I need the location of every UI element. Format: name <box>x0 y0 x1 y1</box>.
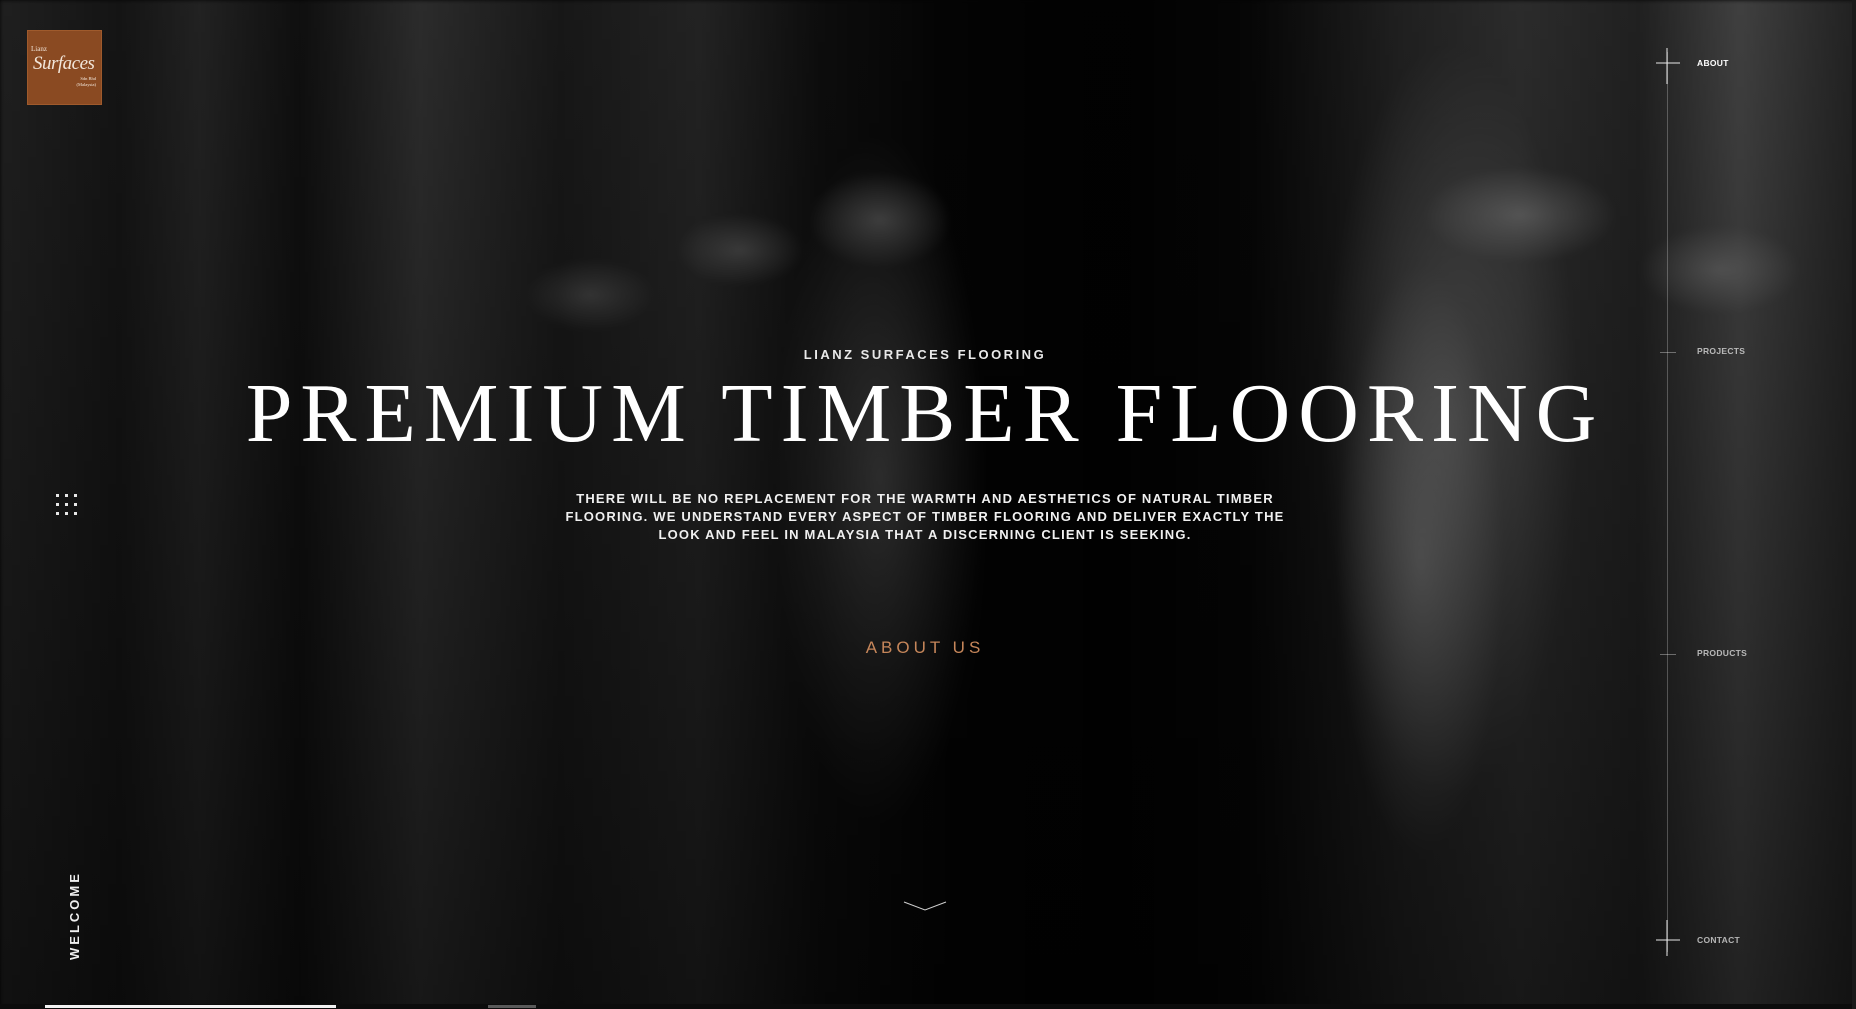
about-us-label[interactable]: ABOUT US <box>866 638 985 657</box>
nav-item-about[interactable]: ABOUT <box>1660 55 1770 75</box>
logo-text-line1: Lianz <box>31 45 47 53</box>
nav-item-label[interactable]: PROJECTS <box>1697 346 1745 356</box>
section-label: WELCOME <box>67 871 82 960</box>
logo-text-line3: Sdn Bhd (Malaysia) <box>77 76 97 88</box>
page: Lianz Surfaces Sdn Bhd (Malaysia) WELCOM… <box>0 0 1856 1009</box>
about-us-link[interactable]: ABOUT US <box>0 638 1850 658</box>
hero-headline: PREMIUM TIMBER FLOORING <box>245 367 1605 460</box>
nav-item-products[interactable]: PRODUCTS <box>1660 645 1770 665</box>
nav-item-label[interactable]: PRODUCTS <box>1697 648 1747 658</box>
hero-eyebrow: LIANZ SURFACES FLOORING <box>803 347 1047 362</box>
nav-item-contact[interactable]: CONTACT <box>1660 932 1770 952</box>
scrollbar[interactable] <box>1852 0 1856 1009</box>
nav-tick <box>1660 654 1676 655</box>
logo-text-country: (Malaysia) <box>76 82 97 87</box>
nav-item-label[interactable]: CONTACT <box>1697 935 1740 945</box>
progress-marker <box>488 1005 536 1008</box>
nav-tick <box>1660 352 1676 353</box>
chevron-down-icon[interactable] <box>903 900 947 914</box>
logo-text-line2: Surfaces <box>33 53 95 74</box>
nav-item-projects[interactable]: PROJECTS <box>1660 343 1770 363</box>
grid-dots-icon[interactable] <box>56 494 78 516</box>
progress-bar-fill <box>45 1005 336 1008</box>
logo[interactable]: Lianz Surfaces Sdn Bhd (Malaysia) <box>27 30 102 105</box>
hero-description: THERE WILL BE NO REPLACEMENT FOR THE WAR… <box>565 491 1285 542</box>
nav-item-label[interactable]: ABOUT <box>1697 58 1729 68</box>
logo-text-company: Sdn Bhd <box>80 76 96 81</box>
nav-track-line <box>1667 52 1668 952</box>
